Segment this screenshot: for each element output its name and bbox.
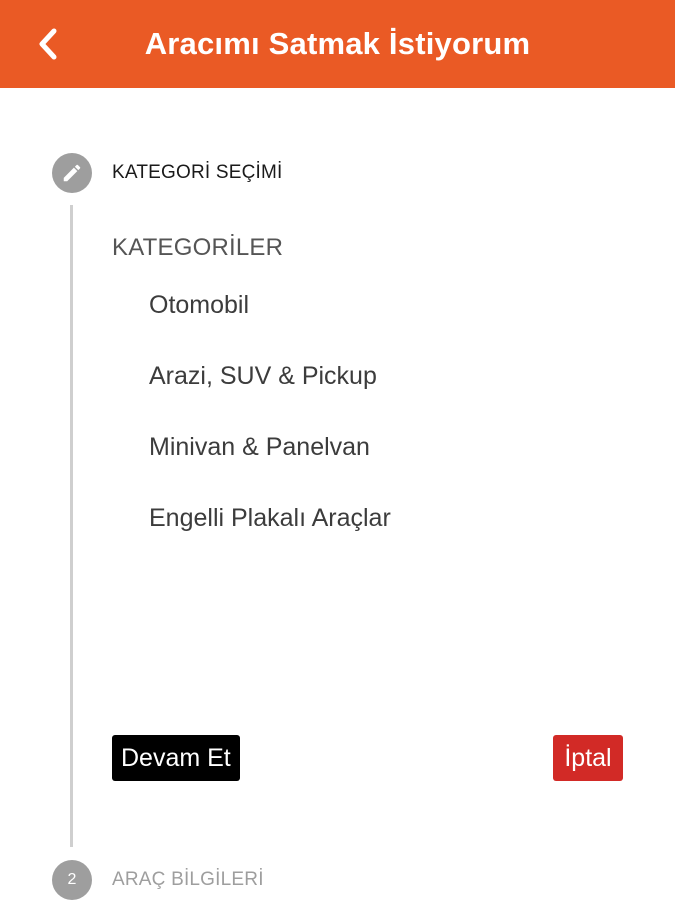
chevron-left-icon: [39, 28, 57, 60]
app-bar: Aracımı Satmak İstiyorum: [0, 0, 675, 88]
step-1-indicator: [52, 153, 92, 193]
step-2-indicator: 2: [52, 860, 92, 900]
step-2-number: 2: [67, 871, 77, 888]
category-item-otomobil[interactable]: Otomobil: [149, 290, 391, 361]
page-title: Aracımı Satmak İstiyorum: [144, 26, 531, 61]
step-connector-line: [70, 205, 73, 847]
category-item-engelli-plakali[interactable]: Engelli Plakalı Araçlar: [149, 503, 391, 574]
categories-heading: KATEGORİLER: [112, 234, 284, 261]
category-list: Otomobil Arazi, SUV & Pickup Minivan & P…: [149, 290, 391, 574]
back-button[interactable]: [22, 18, 74, 70]
category-item-minivan-panelvan[interactable]: Minivan & Panelvan: [149, 432, 391, 503]
cancel-button[interactable]: İptal: [553, 735, 623, 781]
pencil-icon: [63, 164, 81, 182]
category-item-arazi-suv-pickup[interactable]: Arazi, SUV & Pickup: [149, 361, 391, 432]
continue-button[interactable]: Devam Et: [112, 735, 240, 781]
step-2-title[interactable]: ARAÇ BİLGİLERİ: [112, 869, 264, 891]
screen: Aracımı Satmak İstiyorum KATEGORİ SEÇİMİ…: [0, 0, 675, 900]
step-1-title[interactable]: KATEGORİ SEÇİMİ: [112, 162, 283, 184]
